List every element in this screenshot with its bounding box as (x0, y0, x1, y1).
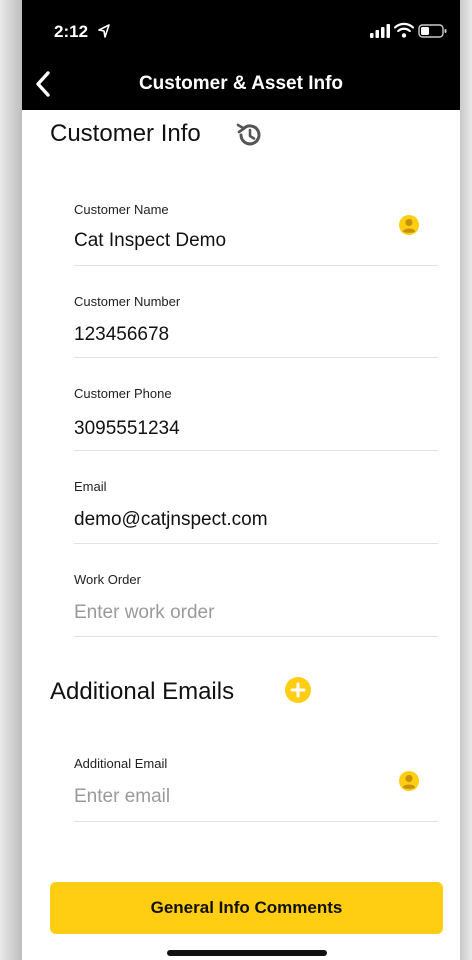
additional-email-input[interactable] (74, 786, 374, 808)
email-field: Email (74, 471, 438, 544)
plus-circle-icon[interactable] (284, 676, 312, 704)
work-order-field: Work Order (74, 564, 438, 637)
additional-email-field: Additional Email (74, 748, 438, 822)
customer-name-input[interactable] (74, 230, 374, 252)
person-icon[interactable] (398, 214, 420, 236)
work-order-label: Work Order (74, 572, 141, 587)
home-indicator[interactable] (167, 950, 327, 956)
cellular-signal-icon (370, 24, 390, 38)
customer-number-field: Customer Number (74, 286, 438, 358)
customer-number-label: Customer Number (74, 294, 181, 309)
phone-screen: 2:12 Customer & Asset Info Customer Info (22, 0, 460, 960)
customer-phone-label: Customer Phone (74, 386, 172, 401)
customer-phone-input[interactable] (74, 418, 374, 440)
device-frame-left (0, 0, 22, 960)
customer-name-label: Customer Name (74, 202, 169, 217)
customer-name-field: Customer Name (74, 194, 438, 266)
work-order-input[interactable] (74, 602, 374, 624)
customer-info-heading: Customer Info (50, 120, 201, 147)
battery-icon (418, 24, 447, 38)
customer-number-input[interactable] (74, 324, 374, 346)
person-icon[interactable] (398, 770, 420, 792)
location-arrow-icon (98, 24, 110, 38)
general-info-comments-button[interactable]: General Info Comments (50, 882, 443, 934)
wifi-icon (394, 22, 414, 38)
device-frame-right (460, 0, 472, 960)
additional-email-label: Additional Email (74, 756, 168, 771)
page-title: Customer & Asset Info (138, 73, 344, 94)
status-time: 2:12 (54, 22, 89, 41)
additional-emails-heading: Additional Emails (50, 678, 235, 705)
email-label: Email (74, 479, 107, 494)
navigation-bar: Customer & Asset Info (22, 60, 460, 110)
email-input[interactable] (74, 509, 374, 531)
customer-phone-field: Customer Phone (74, 378, 438, 451)
status-bar: 2:12 (22, 0, 460, 60)
history-icon[interactable] (234, 120, 264, 150)
